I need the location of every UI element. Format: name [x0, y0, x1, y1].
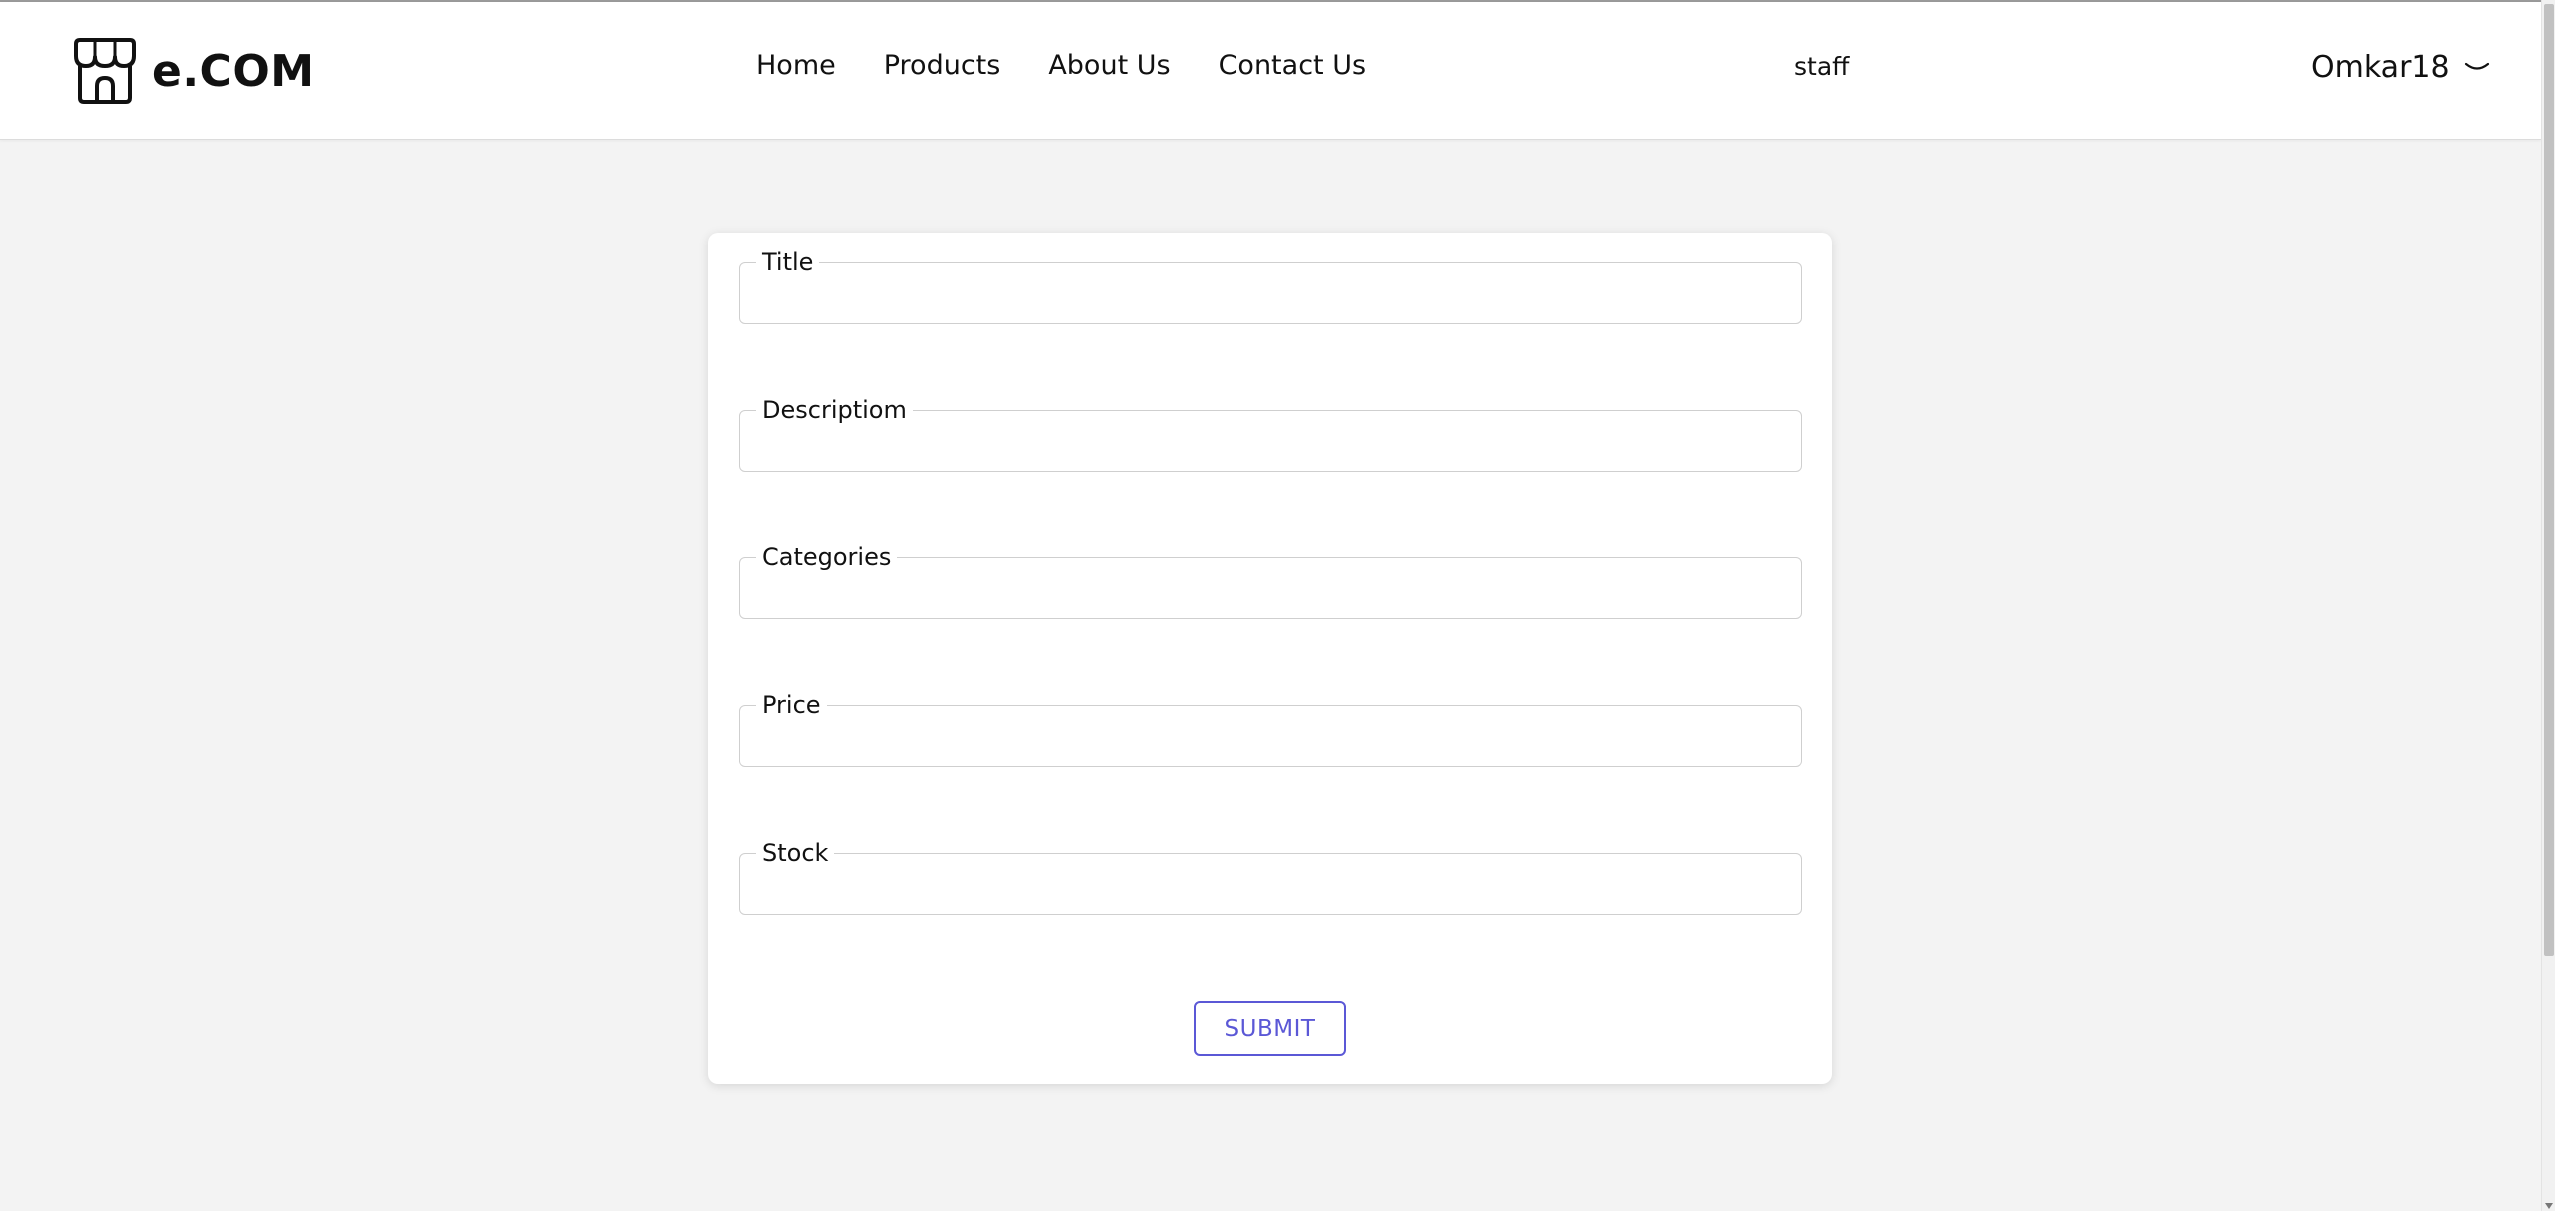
nav-products-link[interactable]: Products — [884, 50, 1001, 81]
price-input[interactable] — [740, 706, 1801, 766]
nav-contact-link[interactable]: Contact Us — [1219, 50, 1366, 81]
nav-about-link[interactable]: About Us — [1048, 50, 1170, 81]
categories-input[interactable] — [740, 558, 1801, 618]
add-product-form: Title Descriptiom Categories Price Stock… — [708, 233, 1832, 1084]
stock-input[interactable] — [740, 854, 1801, 914]
scroll-down-arrow-icon[interactable] — [2545, 1203, 2553, 1209]
store-icon — [74, 38, 136, 104]
chevron-down-icon — [2464, 62, 2489, 70]
nav-home-link[interactable]: Home — [756, 50, 836, 81]
price-field[interactable]: Price — [739, 692, 1802, 767]
stock-label: Stock — [756, 840, 835, 866]
price-label: Price — [756, 692, 827, 718]
title-input[interactable] — [740, 263, 1801, 323]
top-navbar: e.COM Home Products About Us Contact Us … — [0, 2, 2541, 140]
description-label: Descriptiom — [756, 397, 913, 423]
categories-field[interactable]: Categories — [739, 544, 1802, 619]
vertical-scrollbar[interactable] — [2541, 0, 2555, 1211]
brand-name: e.COM — [152, 45, 315, 97]
submit-button[interactable]: SUBMIT — [1194, 1001, 1346, 1056]
description-field[interactable]: Descriptiom — [739, 397, 1802, 472]
title-field[interactable]: Title — [739, 249, 1802, 324]
categories-label: Categories — [756, 544, 898, 570]
stock-field[interactable]: Stock — [739, 840, 1802, 915]
scrollbar-thumb[interactable] — [2544, 4, 2554, 956]
title-label: Title — [756, 249, 820, 275]
brand-logo[interactable]: e.COM — [70, 36, 315, 106]
user-menu-button[interactable]: Omkar18 — [2311, 50, 2490, 85]
main-nav: Home Products About Us Contact Us — [756, 50, 1366, 81]
user-role-label: staff — [1794, 52, 1850, 81]
user-name: Omkar18 — [2311, 50, 2450, 85]
